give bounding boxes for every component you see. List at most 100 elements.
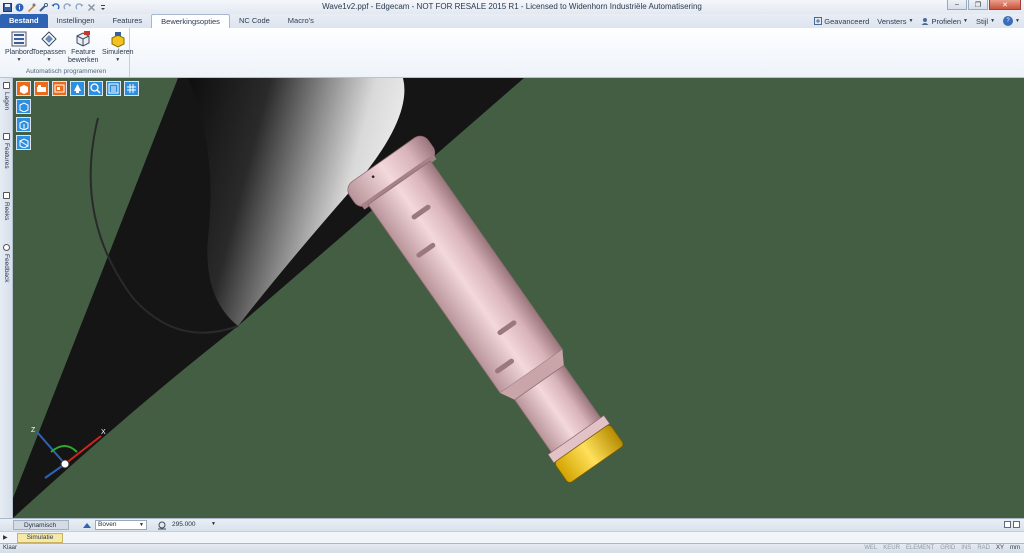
list-button[interactable]: [106, 81, 121, 96]
status-indicator-keur[interactable]: KEUR: [881, 545, 902, 551]
chevron-down-icon: ▼: [46, 57, 52, 63]
x-axis-label: X: [101, 429, 106, 436]
stijl-menu[interactable]: Stijl ▼: [976, 17, 995, 26]
tab-simulatie[interactable]: Simulatie: [17, 533, 63, 543]
view-dropdown[interactable]: Boven ▼: [95, 520, 147, 530]
chevron-down-icon: ▼: [963, 18, 968, 24]
planbord-button[interactable]: Planbord ▼: [5, 30, 33, 63]
restore-icon: ❐: [974, 1, 982, 9]
chevron-down-icon: ▼: [115, 57, 121, 63]
view-strip: Dynamisch 2:94 Boven ▼ 295.000 ▼: [0, 518, 1024, 538]
title-bar: Wave1v2.ppf - Edgecam - NOT FOR RESALE 2…: [0, 0, 1024, 14]
status-indicator-wel[interactable]: WEL: [862, 545, 879, 551]
geavanceerd-menu[interactable]: Geavanceerd: [814, 17, 869, 26]
toepassen-button[interactable]: Toepassen ▼: [32, 30, 66, 63]
part-main-body: [367, 160, 563, 394]
tab-macros[interactable]: Macro's: [279, 14, 323, 28]
play-icon[interactable]: ▶: [3, 534, 8, 541]
planboard-icon: [11, 31, 27, 47]
restore-button[interactable]: ❐: [968, 0, 988, 10]
dynamic-view-display[interactable]: Dynamisch 2:94: [13, 520, 69, 538]
status-indicator-element[interactable]: ELEMENT: [904, 545, 936, 551]
tab-bestand[interactable]: Bestand: [0, 14, 48, 28]
zoom-button[interactable]: [88, 81, 103, 96]
planbord-label: Planbord: [5, 49, 34, 56]
minimize-button[interactable]: –: [947, 0, 967, 10]
ribbon-tab-bar: Bestand Instellingen Features Bewerkings…: [0, 14, 1024, 28]
status-bar: Klaar WEL KEUR ELEMENT GRID INS RAD XY m…: [0, 543, 1024, 553]
iso-view-button[interactable]: [16, 99, 31, 114]
sidebar-tab-reeks[interactable]: Reeks: [1, 192, 12, 220]
view-icon: [83, 522, 91, 528]
close-icon: ✕: [1002, 1, 1008, 9]
toepassen-label: Toepassen: [32, 49, 66, 56]
z-axis: [36, 431, 66, 465]
help-menu[interactable]: ? ▼: [1003, 16, 1020, 26]
sidebar-tab-feedback[interactable]: Feedback: [1, 244, 12, 283]
grid-blue-icon: [127, 84, 136, 93]
sidebar-tab-lagen[interactable]: Lagen: [1, 82, 12, 110]
view-strip-right-controls: [1004, 521, 1020, 528]
sidebar-tab-features[interactable]: Features: [1, 133, 12, 169]
view-cube-orange-icon: [20, 85, 28, 94]
tab-instellingen[interactable]: Instellingen: [48, 14, 104, 28]
view-dropdown-value: Boven: [98, 521, 117, 528]
grid-button[interactable]: [124, 81, 139, 96]
status-indicator-xy[interactable]: XY: [994, 545, 1006, 551]
view-lathe-button[interactable]: [34, 81, 49, 96]
right-menu: Geavanceerd Vensters ▼ Profielen ▼ Stijl…: [814, 16, 1020, 26]
ribbon-group-automatisch-programmeren: Planbord ▼ Toepassen ▼ Feature bewerken …: [2, 28, 134, 77]
sidebar-tab-label: Reeks: [3, 202, 10, 221]
feedback-icon: [3, 244, 10, 251]
view-toolbar: [16, 81, 158, 151]
ribbon: Planbord ▼ Toepassen ▼ Feature bewerken …: [0, 28, 1024, 78]
profile-icon: [921, 18, 929, 25]
view-selector: Boven ▼: [82, 520, 147, 530]
side-view-button[interactable]: [16, 135, 31, 150]
status-indicator-ins[interactable]: INS: [959, 545, 973, 551]
zoom-blue-icon: [90, 83, 101, 94]
ribbon-tabs: Bestand Instellingen Features Bewerkings…: [0, 14, 323, 28]
layout-icon[interactable]: [1004, 521, 1011, 528]
chevron-down-icon: ▼: [908, 18, 914, 24]
side-panel: Lagen Features Reeks Feedback: [0, 78, 13, 518]
profielen-menu[interactable]: Profielen ▼: [921, 17, 968, 26]
zoom-level-icon: [158, 521, 166, 529]
status-indicator-mm[interactable]: mm: [1008, 545, 1022, 551]
geavanceerd-label: Geavanceerd: [824, 16, 870, 26]
profielen-label: Profielen: [931, 16, 962, 26]
edgecam-window: Wave1v2.ppf - Edgecam - NOT FOR RESALE 2…: [0, 0, 1024, 553]
tab-features[interactable]: Features: [104, 14, 152, 28]
close-button[interactable]: ✕: [989, 0, 1021, 10]
vensters-menu[interactable]: Vensters ▼: [877, 17, 913, 26]
chevron-down-icon: ▼: [990, 18, 996, 24]
tab-nc-code[interactable]: NC Code: [230, 14, 279, 28]
graphics-viewport[interactable]: Z X: [13, 78, 1024, 518]
status-text: Klaar: [3, 545, 18, 551]
layout-split-icon[interactable]: [1013, 521, 1020, 528]
front-view-button[interactable]: [16, 117, 31, 132]
feature-edit-icon: [76, 31, 91, 47]
features-icon: [3, 133, 10, 140]
view-lathe-orange-icon: [37, 85, 46, 92]
sidebar-tab-label: Feedback: [3, 254, 10, 283]
side-view-blue-icon: [19, 138, 29, 148]
chevron-down-icon: ▼: [211, 521, 216, 527]
x-axis: [64, 435, 102, 465]
simuleren-button[interactable]: Simuleren ▼: [102, 30, 134, 63]
advanced-icon: [814, 17, 823, 25]
view-light-button[interactable]: [70, 81, 85, 96]
status-indicator-rad[interactable]: RAD: [975, 545, 992, 551]
view-setup-button[interactable]: [52, 81, 67, 96]
sidebar-tab-label: Lagen: [3, 92, 10, 111]
view-light-blue-icon: [74, 84, 81, 93]
feature-bewerken-button[interactable]: Feature bewerken: [68, 30, 98, 65]
simulate-icon: [111, 32, 125, 48]
view-cube-button[interactable]: [16, 81, 31, 96]
status-indicator-grid[interactable]: GRID: [938, 545, 957, 551]
window-controls: – ❐ ✕: [947, 0, 1021, 10]
tab-bewerkingsopties[interactable]: Bewerkingsopties: [151, 14, 230, 28]
help-icon: ?: [1003, 16, 1014, 26]
zoom-dropdown[interactable]: 295.000 ▼: [170, 520, 216, 530]
z-axis-label: Z: [31, 427, 36, 434]
